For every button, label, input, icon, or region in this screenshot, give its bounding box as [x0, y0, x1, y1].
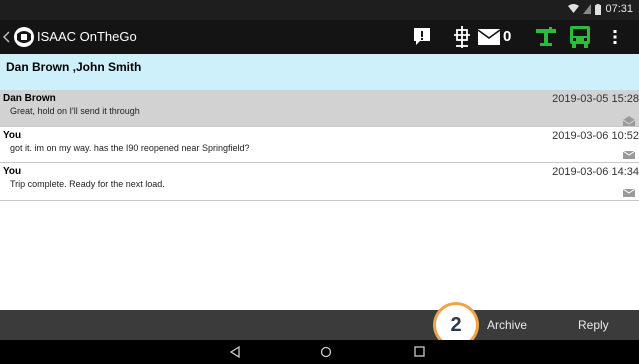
envelope-icon [623, 151, 635, 159]
message-sender: Dan Brown [3, 93, 56, 104]
status-bar: 07:31 [0, 0, 639, 20]
message-time: 2019-03-05 15:28 [552, 93, 639, 105]
nav-back-icon[interactable] [230, 346, 240, 358]
message-body: Trip complete. Ready for the next load. [10, 179, 165, 189]
alert-button[interactable] [413, 26, 431, 48]
message-item[interactable]: Dan Brown Great, hold on I'll send it th… [0, 90, 639, 127]
participants-label: Dan Brown ,John Smith [6, 60, 142, 74]
gps-icon [454, 26, 470, 48]
message-sender: You [3, 166, 22, 177]
message-item[interactable]: You Trip complete. Ready for the next lo… [0, 163, 639, 201]
archive-button[interactable]: Archive [487, 318, 527, 332]
message-count: 0 [503, 28, 512, 45]
app-logo-icon[interactable] [13, 25, 35, 49]
wifi-icon [568, 4, 580, 13]
message-time: 2019-03-06 10:52 [552, 130, 639, 142]
messages-button[interactable] [478, 26, 500, 48]
battery-icon [595, 3, 602, 15]
action-bar: 2 Archive Reply [0, 302, 639, 348]
message-sender: You [3, 130, 22, 141]
hotspot-button[interactable] [536, 26, 556, 48]
hotspot-icon [536, 27, 556, 46]
app-title: ISAAC OnTheGo [37, 29, 137, 44]
app-bar: ISAAC OnTheGo 0 [0, 20, 639, 54]
truck-icon [570, 26, 590, 48]
status-indicators: 07:31 [568, 3, 633, 15]
overflow-menu-icon [613, 30, 617, 44]
nav-home-icon[interactable] [320, 346, 332, 358]
envelope-icon [623, 189, 635, 197]
truck-button[interactable] [570, 26, 590, 48]
message-time: 2019-03-06 14:34 [552, 166, 639, 178]
step-badge-number: 2 [436, 305, 476, 345]
message-body: got it. im on my way. has the I90 reopen… [10, 143, 250, 153]
back-icon[interactable] [2, 31, 12, 43]
signal-icon [583, 4, 592, 14]
overflow-menu-button[interactable] [612, 26, 618, 48]
message-item[interactable]: You got it. im on my way. has the I90 re… [0, 127, 639, 163]
system-nav-bar [0, 340, 639, 364]
gps-button[interactable] [454, 26, 470, 48]
message-body: Great, hold on I'll send it through [10, 106, 140, 116]
status-time: 07:31 [605, 3, 633, 15]
reply-button[interactable]: Reply [578, 318, 609, 332]
envelope-icon [478, 29, 500, 45]
alert-icon [414, 28, 430, 45]
nav-recents-icon[interactable] [414, 346, 425, 357]
read-envelope-icon [623, 116, 635, 126]
conversation-header: Dan Brown ,John Smith [0, 54, 639, 90]
